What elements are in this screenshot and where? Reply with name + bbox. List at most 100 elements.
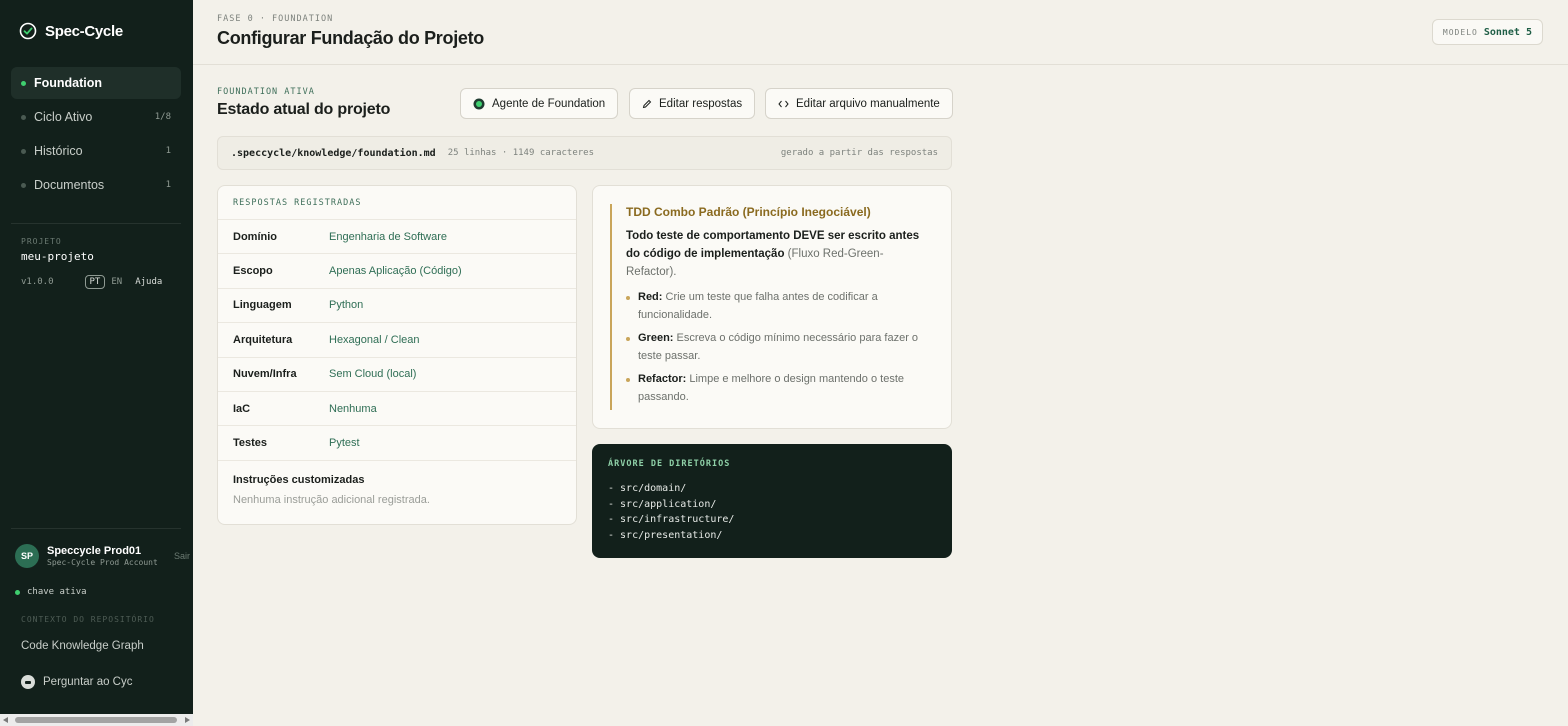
bullet-text: Escreva o código mínimo necessário para … [638, 332, 919, 362]
list-item: Green: Escreva o código mínimo necessári… [626, 330, 930, 365]
status-dot-icon [21, 148, 26, 154]
sidebar-item-historico[interactable]: Histórico 1 [11, 135, 181, 167]
answers-card: RESPOSTAS REGISTRADAS Domínio Engenharia… [217, 185, 577, 525]
ask-cyc-button[interactable]: Perguntar ao Cyc [21, 675, 133, 689]
user-name: Speccycle Prod01 [47, 545, 142, 557]
foundation-agent-label: Agente de Foundation [492, 97, 606, 110]
sidebar-divider [11, 528, 181, 529]
sidebar-item-count: 1 [165, 180, 171, 190]
logout-button[interactable]: Sair [174, 551, 190, 561]
sidebar-item-count: 1 [165, 146, 171, 156]
answer-value: Apenas Aplicação (Código) [329, 265, 462, 278]
custom-instructions-desc: Nenhuma instrução adicional registrada. [233, 493, 430, 506]
answer-row: Nuvem/Infra Sem Cloud (local) [218, 358, 576, 392]
scroll-right-icon[interactable] [185, 717, 190, 723]
status-dot-icon [21, 114, 26, 120]
key-status-label: chave ativa [27, 587, 87, 597]
custom-instructions: Instruções customizadas Nenhuma instruçã… [218, 461, 576, 506]
user-account: Spec-Cycle Prod Account [47, 558, 158, 567]
sidebar: Spec-Cycle Foundation Ciclo Ativo 1/8 Hi… [0, 0, 193, 714]
sidebar-item-label: Ciclo Ativo [34, 110, 93, 124]
foundation-agent-button[interactable]: Agente de Foundation [460, 88, 619, 119]
file-meta: 25 linhas · 1149 caracteres [447, 148, 595, 158]
sidebar-item-label: Documentos [34, 178, 105, 192]
sidebar-nav: Foundation Ciclo Ativo 1/8 Histórico 1 D… [11, 67, 181, 203]
list-item: - src/infrastructure/ [608, 514, 735, 526]
edit-answers-button[interactable]: Editar respostas [629, 88, 756, 119]
bullet-text: Crie um teste que falha antes de codific… [638, 291, 878, 321]
status-dot-icon [21, 182, 26, 188]
code-icon [778, 99, 789, 109]
answers-title: RESPOSTAS REGISTRADAS [218, 186, 576, 220]
project-label: PROJETO [21, 237, 62, 246]
scroll-left-icon[interactable] [3, 717, 8, 723]
ask-cyc-label: Perguntar ao Cyc [43, 676, 133, 688]
answer-value: Engenharia de Software [329, 230, 448, 243]
directory-tree-card: ÁRVORE DE DIRETÓRIOS - src/domain/ - src… [592, 444, 952, 558]
answer-row: IaC Nenhuma [218, 392, 576, 427]
sidebar-item-documentos[interactable]: Documentos 1 [11, 169, 181, 201]
answer-value: Python [329, 299, 364, 312]
bullet-term: Red: [638, 291, 663, 303]
bullet-term: Refactor: [638, 373, 687, 385]
code-knowledge-graph-link[interactable]: Code Knowledge Graph [21, 640, 144, 652]
horizontal-scrollbar[interactable] [0, 714, 193, 726]
page-title: Configurar Fundação do Projeto [217, 28, 485, 48]
list-item: - src/application/ [608, 498, 717, 510]
custom-instructions-title: Instruções customizadas [233, 473, 365, 486]
version-label: v1.0.0 [21, 277, 54, 287]
user-card: SP Speccycle Prod01 Spec-Cycle Prod Acco… [15, 544, 193, 568]
answer-value: Hexagonal / Clean [329, 333, 420, 346]
scrollbar-thumb[interactable] [15, 717, 177, 723]
list-item: - src/domain/ [608, 483, 687, 494]
brand[interactable]: Spec-Cycle [19, 22, 123, 40]
sidebar-item-ciclo-ativo[interactable]: Ciclo Ativo 1/8 [11, 101, 181, 133]
answer-key: Escopo [233, 265, 273, 278]
sidebar-divider [11, 223, 181, 224]
answer-key: Domínio [233, 230, 277, 243]
page-header: FASE 0 · FOUNDATION Configurar Fundação … [193, 0, 1568, 65]
list-item: - src/presentation/ [608, 530, 723, 542]
edit-file-label: Editar arquivo manualmente [796, 97, 940, 110]
phase-label: FASE 0 · FOUNDATION [217, 14, 334, 24]
section-title: Estado atual do projeto [217, 101, 391, 118]
file-path: .speccycle/knowledge/foundation.md [231, 147, 436, 159]
answer-row: Arquitetura Hexagonal / Clean [218, 323, 576, 358]
file-info-bar: .speccycle/knowledge/foundation.md 25 li… [217, 136, 952, 170]
principle-title: TDD Combo Padrão (Princípio Inegociável) [626, 205, 871, 219]
answer-key: Arquitetura [233, 333, 293, 346]
sidebar-item-label: Histórico [34, 144, 83, 158]
model-value: Sonnet 5 [1483, 26, 1532, 38]
list-item: Refactor: Limpe e melhore o design mante… [626, 371, 930, 406]
answer-key: Nuvem/Infra [233, 368, 297, 381]
status-dot-icon [15, 589, 20, 595]
brand-name: Spec-Cycle [45, 22, 123, 40]
answer-row: Escopo Apenas Aplicação (Código) [218, 254, 576, 289]
file-generated-note: gerado a partir das respostas [780, 148, 938, 158]
model-label: MODELO [1442, 27, 1478, 37]
model-selector[interactable]: MODELO Sonnet 5 [1431, 19, 1543, 45]
chat-icon [21, 675, 35, 689]
context-label: CONTEXTO DO REPOSITÓRIO [21, 615, 155, 624]
lang-pt-toggle[interactable]: PT [84, 275, 106, 289]
sidebar-item-foundation[interactable]: Foundation [11, 67, 181, 99]
directory-tree-title: ÁRVORE DE DIRETÓRIOS [608, 459, 731, 469]
avatar[interactable]: SP [15, 544, 39, 568]
foundation-active-label: FOUNDATION ATIVA [217, 87, 315, 97]
principle-content: TDD Combo Padrão (Princípio Inegociável)… [610, 204, 930, 410]
answer-key: Testes [233, 437, 268, 450]
key-status: chave ativa [15, 587, 87, 597]
bullet-term: Green: [638, 332, 674, 344]
sidebar-item-count: 1/8 [154, 112, 171, 122]
answer-value: Nenhuma [329, 402, 377, 415]
project-meta: v1.0.0 PT EN Ajuda [21, 275, 162, 289]
answer-key: IaC [233, 402, 251, 415]
lang-en-toggle[interactable]: EN [111, 277, 122, 287]
help-link[interactable]: Ajuda [135, 277, 162, 287]
list-item: Red: Crie um teste que falha antes de co… [626, 289, 930, 324]
answer-row: Domínio Engenharia de Software [218, 220, 576, 255]
edit-file-button[interactable]: Editar arquivo manualmente [765, 88, 953, 119]
answer-key: Linguagem [233, 299, 292, 312]
agent-icon [473, 98, 485, 110]
answer-row: Linguagem Python [218, 289, 576, 324]
